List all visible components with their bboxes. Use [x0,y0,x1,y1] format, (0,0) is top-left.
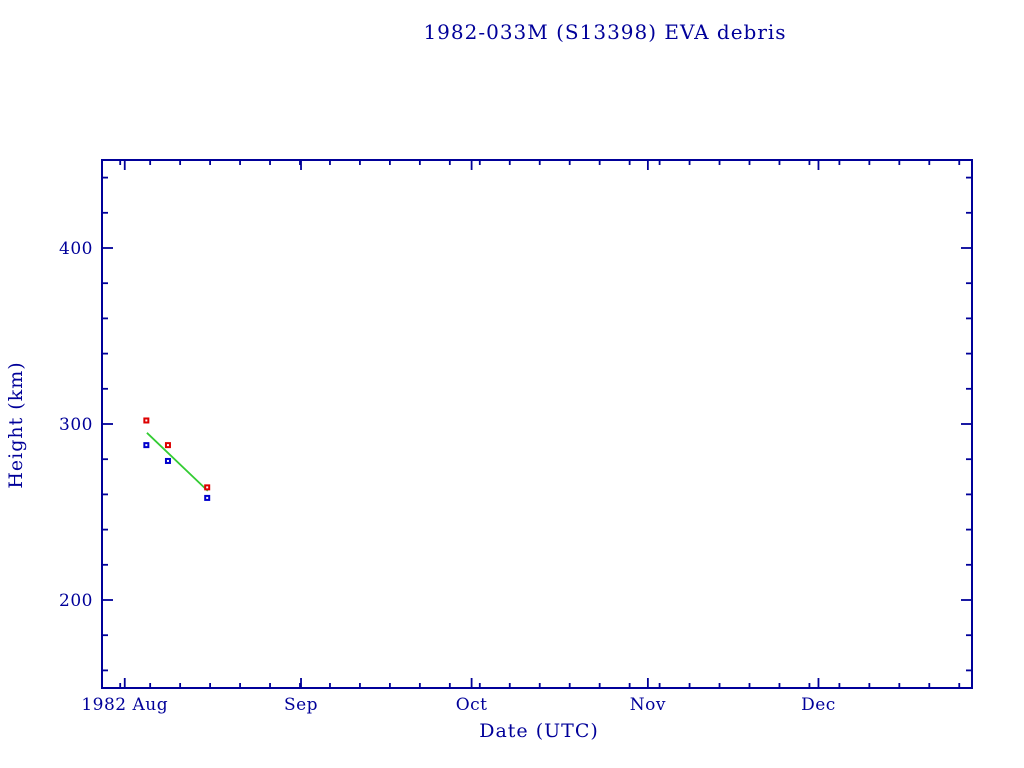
marker-blue-square-series [204,494,211,501]
plot-frame [101,159,973,689]
y-tick-label: 200 [59,591,93,611]
y-tick-label: 300 [59,415,93,435]
marker-red-square-series [164,442,171,449]
marker-blue-square-series [143,442,150,449]
x-tick-label: Nov [630,695,666,715]
marker-blue-square-series [164,457,171,464]
x-tick-label: 1982 Aug [81,695,168,715]
plot-area: 1982 Aug Sep Oct Nov Dec 200 300 400 [59,159,973,715]
marker-red-square-series [204,484,211,491]
x-tick-label: Dec [801,695,836,715]
green-trend-line [146,432,209,492]
y-tick-label: 400 [59,239,93,259]
x-tick-label: Sep [284,695,318,715]
x-tick-label: Oct [456,695,488,715]
marker-red-square-series [143,417,150,424]
